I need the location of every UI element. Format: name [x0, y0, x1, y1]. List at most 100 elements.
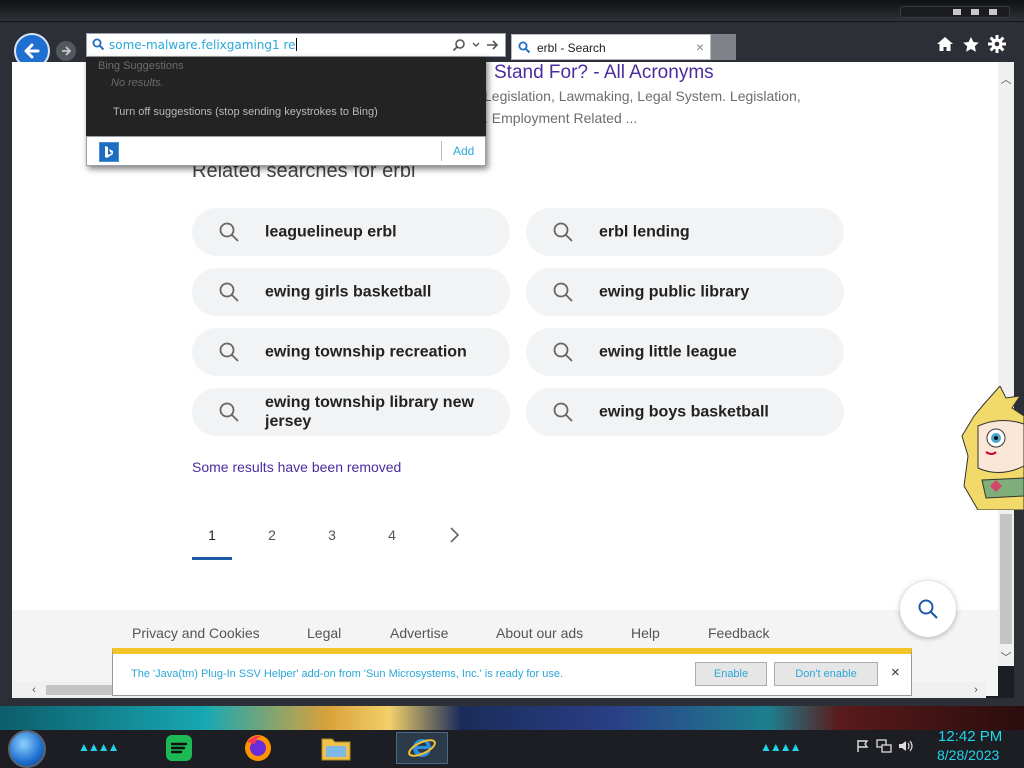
- notification-message: The 'Java(tm) Plug-In SSV Helper' add-on…: [131, 668, 564, 680]
- scrollbar-thumb[interactable]: [46, 685, 116, 695]
- related-search-label: ewing township recreation: [265, 343, 467, 361]
- frame-rim: [0, 0, 1024, 22]
- related-search-item[interactable]: leaguelineup erbl: [192, 208, 510, 256]
- related-search-item[interactable]: erbl lending: [526, 208, 844, 256]
- suggestions-header: Bing Suggestions: [98, 60, 184, 72]
- floating-search-button[interactable]: [900, 581, 956, 637]
- taskbar-clock-time[interactable]: 12:42 PM: [938, 728, 1002, 745]
- footer-link-feedback[interactable]: Feedback: [708, 625, 769, 641]
- next-page-chevron-icon[interactable]: [448, 526, 460, 544]
- taskbar-decoration: ▲▲▲▲: [78, 740, 119, 754]
- window-frame-bottom: [0, 698, 1024, 706]
- file-explorer-icon[interactable]: [319, 732, 353, 764]
- search-go-icon[interactable]: [452, 38, 466, 52]
- related-search-item[interactable]: ewing public library: [526, 268, 844, 316]
- volume-icon[interactable]: [898, 739, 914, 753]
- page-2-link[interactable]: 2: [252, 527, 292, 543]
- search-icon: [553, 282, 573, 302]
- favorites-star-icon[interactable]: [962, 36, 980, 53]
- search-icon: [918, 599, 938, 619]
- action-center-flag-icon[interactable]: [856, 739, 870, 753]
- related-search-label: erbl lending: [599, 223, 690, 241]
- page-1-link[interactable]: 1: [192, 527, 232, 543]
- divider: [441, 141, 442, 161]
- arrow-left-icon: [24, 43, 40, 59]
- scroll-up-arrow-icon[interactable]: ︿: [998, 72, 1014, 88]
- scroll-down-arrow-icon[interactable]: ﹀: [998, 650, 1014, 666]
- search-icon: [219, 342, 239, 362]
- no-results-text: No results.: [111, 77, 164, 89]
- related-search-label: ewing township library new jersey: [265, 394, 474, 430]
- forward-button[interactable]: [56, 41, 76, 61]
- related-search-label: leaguelineup erbl: [265, 223, 397, 241]
- search-icon: [219, 282, 239, 302]
- spotify-icon[interactable]: [162, 732, 196, 764]
- footer-link-help[interactable]: Help: [631, 625, 660, 641]
- start-button[interactable]: [8, 730, 46, 768]
- related-search-label: ewing little league: [599, 343, 737, 361]
- window-frame-right: [1014, 62, 1024, 704]
- search-icon: [518, 41, 531, 54]
- firefox-icon-glyph: [245, 735, 271, 761]
- address-suggestions-dropdown: Bing Suggestions No results. Turn off su…: [86, 57, 486, 166]
- search-result-snippet: Legislation, Lawmaking, Legal System. Le…: [484, 88, 801, 104]
- settings-gear-icon[interactable]: [988, 35, 1006, 53]
- scrollbar-thumb[interactable]: [1000, 514, 1012, 644]
- footer-link-legal[interactable]: Legal: [307, 625, 341, 641]
- dont-enable-button[interactable]: Don't enable: [774, 662, 878, 686]
- new-tab-button[interactable]: [711, 34, 736, 60]
- search-provider-bar: Add: [86, 136, 486, 166]
- dropdown-arrow-icon[interactable]: [472, 41, 480, 49]
- addon-notification-bar: The 'Java(tm) Plug-In SSV Helper' add-on…: [112, 648, 912, 696]
- related-search-item[interactable]: ewing little league: [526, 328, 844, 376]
- address-bar[interactable]: some-malware.felixgaming1 re: [86, 33, 506, 57]
- network-icon[interactable]: [876, 739, 892, 753]
- spotify-icon-glyph: [166, 735, 192, 761]
- bing-provider-icon[interactable]: [99, 142, 119, 162]
- tab-label: erbl - Search: [537, 41, 606, 55]
- tab-erbl-search[interactable]: erbl - Search ×: [511, 34, 711, 60]
- turn-off-suggestions-link[interactable]: Turn off suggestions (stop sending keyst…: [113, 106, 378, 118]
- search-icon: [219, 222, 239, 242]
- tab-close-button[interactable]: ×: [696, 39, 704, 55]
- taskbar-decoration: ▲▲▲▲: [760, 740, 801, 754]
- address-input[interactable]: some-malware.felixgaming1 re: [109, 38, 297, 52]
- folder-icon: [321, 738, 351, 761]
- add-provider-link[interactable]: Add: [453, 144, 474, 158]
- page-4-link[interactable]: 4: [372, 527, 412, 543]
- search-icon: [553, 222, 573, 242]
- close-notification-button[interactable]: ×: [891, 664, 900, 681]
- related-search-item[interactable]: ewing boys basketball: [526, 388, 844, 436]
- search-result-snippet: . Employment Related ...: [484, 110, 638, 126]
- address-text: some-malware.felixgaming1 re: [109, 38, 296, 52]
- page-3-link[interactable]: 3: [312, 527, 352, 543]
- text-caret: [295, 38, 297, 51]
- scroll-right-arrow-icon[interactable]: ›: [968, 682, 984, 698]
- firefox-icon[interactable]: [241, 732, 275, 764]
- search-result-title-link[interactable]: Stand For? - All Acronyms: [494, 62, 714, 84]
- home-icon[interactable]: [936, 36, 954, 52]
- related-search-item[interactable]: ewing township recreation: [192, 328, 510, 376]
- related-search-label: ewing public library: [599, 283, 750, 301]
- scroll-left-arrow-icon[interactable]: ‹: [26, 682, 42, 698]
- search-icon: [92, 38, 105, 51]
- related-search-item[interactable]: ewing girls basketball: [192, 268, 510, 316]
- arrow-right-icon: [62, 46, 72, 56]
- search-icon: [553, 402, 573, 422]
- ie-logo-icon: [408, 738, 436, 757]
- window-controls-decoration: [900, 6, 1010, 18]
- footer-link-advertise[interactable]: Advertise: [390, 625, 448, 641]
- results-removed-link[interactable]: Some results have been removed: [192, 459, 401, 475]
- vertical-scrollbar[interactable]: ︿ ﹀: [998, 62, 1014, 666]
- footer-link-privacy[interactable]: Privacy and Cookies: [132, 625, 260, 641]
- cartoon-character-sticker: [961, 386, 1024, 510]
- taskbar-clock-date[interactable]: 8/28/2023: [937, 747, 999, 763]
- desktop-wallpaper-strip: [0, 706, 1024, 730]
- go-arrow-icon[interactable]: [486, 39, 499, 51]
- current-page-indicator: [192, 557, 232, 560]
- internet-explorer-icon[interactable]: [396, 732, 448, 764]
- window-frame-left: [0, 62, 12, 704]
- footer-link-about-ads[interactable]: About our ads: [496, 625, 583, 641]
- enable-button[interactable]: Enable: [695, 662, 767, 686]
- related-search-item[interactable]: ewing township library new jersey: [192, 388, 510, 436]
